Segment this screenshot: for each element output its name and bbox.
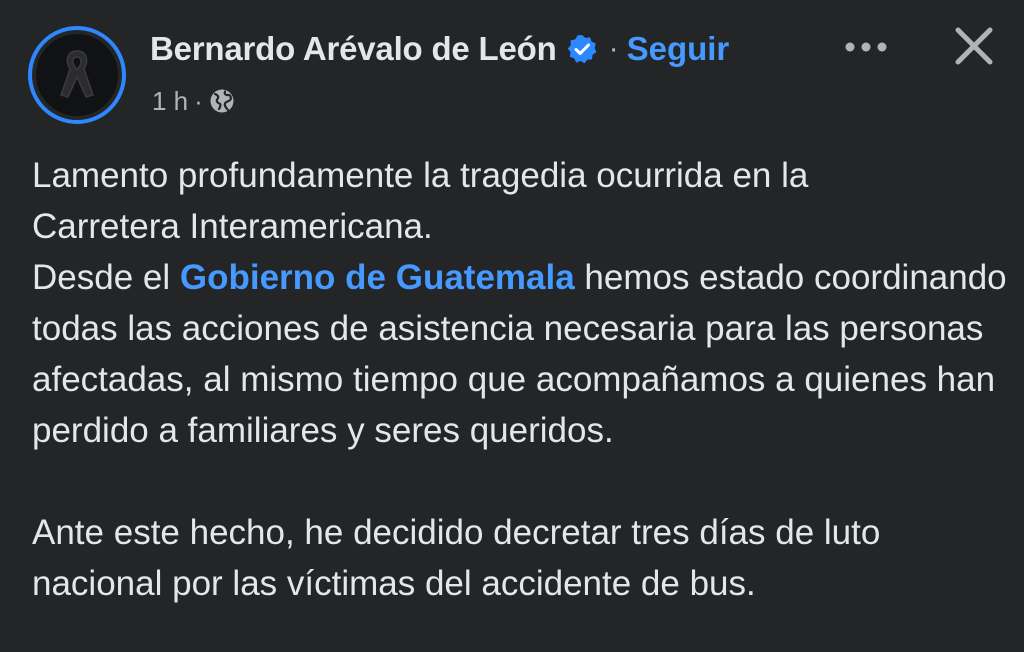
post-paragraph-2: Desde el Gobierno de Guatemala hemos est…: [32, 252, 1012, 456]
avatar[interactable]: [28, 26, 126, 124]
author-name[interactable]: Bernardo Arévalo de León: [150, 30, 557, 68]
verified-badge-icon: [567, 34, 597, 64]
more-options-icon[interactable]: [836, 30, 896, 64]
post-paragraph-2-start: Desde el: [32, 258, 180, 297]
post-timestamp[interactable]: 1 h: [152, 86, 188, 117]
mention-link[interactable]: Gobierno de Guatemala: [180, 258, 575, 297]
post-paragraph-1: Lamento profundamente la tragedia ocurri…: [32, 150, 1012, 252]
post-text: Lamento profundamente la tragedia ocurri…: [32, 150, 1012, 609]
mourning-ribbon-icon: [36, 34, 118, 116]
name-row: Bernardo Arévalo de León · Seguir: [150, 24, 729, 74]
post-paragraph-3: Ante este hecho, he decidido decretar tr…: [32, 513, 881, 603]
post-paragraph-1-line-1: Lamento profundamente la tragedia ocurri…: [32, 156, 809, 195]
globe-icon[interactable]: [209, 88, 235, 114]
meta-separator: ·: [194, 85, 203, 116]
post-meta: 1 h ·: [152, 84, 235, 118]
post-paragraph-1-line-2: Carretera Interamericana.: [32, 207, 433, 246]
follow-button[interactable]: Seguir: [627, 30, 730, 68]
separator-dot: ·: [608, 32, 619, 65]
close-icon[interactable]: [948, 20, 1000, 72]
post-header: Bernardo Arévalo de León · Seguir 1 h ·: [0, 0, 1024, 130]
